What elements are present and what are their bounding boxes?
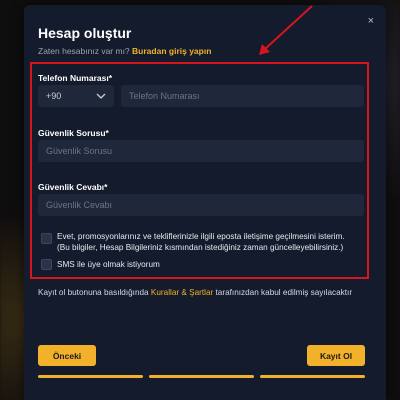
register-modal: Hesap oluştur × Zaten hesabınız var mı? … [24,5,386,400]
security-question-placeholder: Güvenlik Sorusu [46,146,113,156]
close-icon[interactable]: × [368,15,374,27]
back-button[interactable]: Önceki [38,345,96,366]
country-code-value: +90 [46,91,62,101]
login-link[interactable]: Buradan giriş yapın [132,46,211,56]
modal-title: Hesap oluştur [38,25,132,41]
country-code-select[interactable]: +90 [38,85,114,107]
security-question-input[interactable]: Güvenlik Sorusu [38,140,364,162]
terms-line: Kayıt ol butonuna basıldığında Kurallar … [38,288,352,297]
phone-label: Telefon Numarası* [38,73,113,83]
security-answer-placeholder: Güvenlik Cevabı [46,200,113,210]
email-consent-line2: (Bu bilgiler, Hesap Bilgileriniz kısmınd… [57,243,344,252]
sms-consent-checkbox[interactable] [41,259,52,270]
terms-link[interactable]: Kurallar & Şartlar [151,288,213,297]
security-answer-label: Güvenlik Cevabı* [38,182,108,192]
email-consent-label: Evet, promosyonlarınız ve tekliflerinizl… [57,231,345,253]
step-bar-3 [260,375,365,378]
sms-consent-label: SMS ile üye olmak istiyorum [57,260,160,269]
security-question-label: Güvenlik Sorusu* [38,128,109,138]
terms-suffix: tarafınızdan kabul edilmiş sayılacaktır [215,288,353,297]
phone-input[interactable]: Telefon Numarası [121,85,364,107]
phone-placeholder: Telefon Numarası [129,91,200,101]
step-bar-1 [38,375,143,378]
email-consent-line1: Evet, promosyonlarınız ve tekliflerinizl… [57,232,345,241]
terms-prefix: Kayıt ol butonuna basıldığında [38,288,149,297]
register-button[interactable]: Kayıt Ol [307,345,365,366]
security-answer-input[interactable]: Güvenlik Cevabı [38,194,364,216]
chevron-down-icon [96,93,106,99]
step-bar-2 [149,375,254,378]
login-prompt-text: Zaten hesabınız var mı? [38,46,130,56]
login-prompt-line: Zaten hesabınız var mı? Buradan giriş ya… [38,46,211,56]
email-consent-checkbox[interactable] [41,233,52,244]
